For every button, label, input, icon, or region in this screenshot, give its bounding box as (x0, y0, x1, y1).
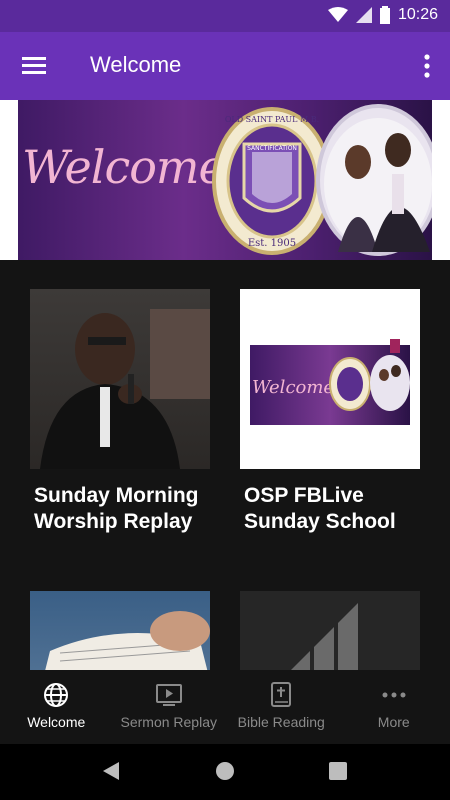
more-horizontal-icon (382, 692, 406, 698)
card-thumbnail (30, 591, 210, 670)
card-thumbnail (30, 289, 210, 469)
page-title: Welcome (90, 52, 182, 77)
card-app-placeholder[interactable] (240, 591, 420, 670)
globe-icon (44, 683, 69, 707)
battery-icon (379, 6, 390, 24)
bible-icon (271, 682, 292, 707)
nav-label: Bible Reading (237, 714, 325, 730)
nav-label: Welcome (27, 714, 86, 730)
card-thumbnail: Welcome (240, 289, 420, 469)
recents-icon[interactable] (327, 760, 349, 782)
nav-sermon-replay[interactable]: Sermon Replay (113, 670, 226, 744)
banner-image: Welcome SANCTIFICATION OLD SAINT PAUL M.… (18, 100, 432, 260)
wifi-icon (327, 7, 348, 22)
banner-welcome-text: Welcome (22, 140, 226, 194)
nav-more[interactable]: More (338, 670, 450, 744)
seal-name-text: OLD SAINT PAUL M.B. (225, 115, 319, 124)
pastor-photo (316, 104, 432, 256)
card-bible-study[interactable] (30, 591, 210, 670)
nav-welcome[interactable]: Welcome (0, 670, 113, 744)
status-bar: 10:26 (0, 0, 450, 32)
nav-label: Sermon Replay (120, 714, 218, 730)
seal-year-text: Est. 1905 (248, 238, 296, 249)
back-icon[interactable] (101, 760, 123, 782)
card-fblive-sunday-school[interactable]: Welcome OSP FBLive Sunday School (240, 289, 420, 535)
card-title: Sunday Morning Worship Replay (34, 484, 199, 533)
thumb-welcome-text: Welcome (252, 377, 334, 398)
content-grid: Sunday Morning Worship Replay Welcome OS… (0, 260, 450, 670)
welcome-banner: Welcome SANCTIFICATION OLD SAINT PAUL M.… (0, 100, 450, 260)
hamburger-icon[interactable] (22, 54, 48, 78)
seal-badge-text: SANCTIFICATION (247, 145, 297, 152)
bottom-navigation: Welcome Sermon Replay Bible Reading More (0, 670, 450, 744)
status-icons: 10:26 (327, 6, 438, 24)
signal-icon (355, 7, 372, 23)
more-vertical-icon[interactable] (422, 52, 432, 80)
nav-bible-reading[interactable]: Bible Reading (225, 670, 338, 744)
system-navigation-bar (0, 744, 450, 800)
card-sunday-worship[interactable]: Sunday Morning Worship Replay (30, 289, 210, 535)
card-thumbnail (240, 591, 420, 670)
tv-play-icon (155, 684, 182, 706)
app-bar: Welcome (0, 32, 450, 100)
nav-label: More (377, 714, 410, 730)
card-title: OSP FBLive Sunday School (244, 484, 396, 533)
status-time: 10:26 (397, 6, 438, 23)
home-icon[interactable] (214, 760, 236, 782)
